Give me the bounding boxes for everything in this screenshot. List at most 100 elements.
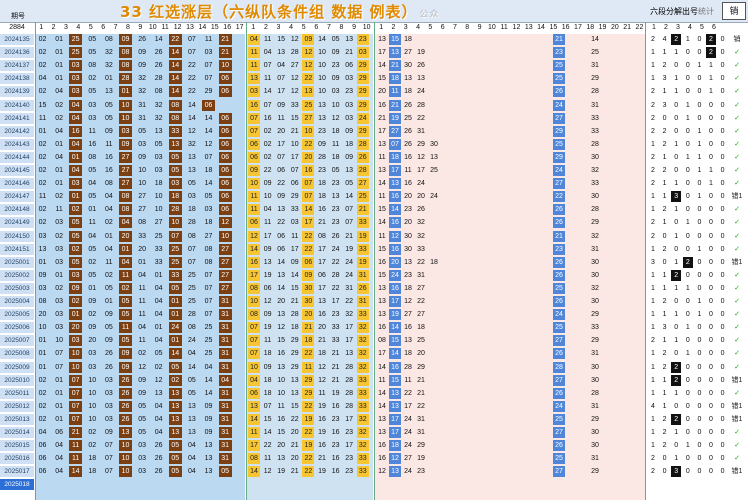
zone-c-number: 33 [417, 245, 425, 253]
zone-a-number: 02 [38, 402, 47, 410]
period-id[interactable]: 2025009 [0, 361, 34, 373]
zone-b-number: 11 [263, 455, 272, 463]
zone-a-number: 04 [38, 75, 47, 83]
zone-b-number: 06 [302, 256, 315, 268]
period-id[interactable]: 2024141 [0, 112, 34, 124]
period-id[interactable]: 2025005 [0, 309, 34, 321]
zone-a-number: 05 [119, 309, 132, 321]
zone-a-number: 14 [187, 101, 196, 109]
period-id[interactable]: 2024149 [0, 217, 34, 229]
zone-a-number: 05 [138, 429, 146, 436]
stat-value: 0 [720, 468, 725, 476]
period-id[interactable]: 2024136 [0, 47, 34, 59]
zone-a-number: 09 [138, 376, 146, 384]
period-id[interactable]: 2025012 [0, 400, 34, 412]
period-id[interactable]: 2024143 [0, 138, 34, 150]
zone-b-number: 22 [302, 427, 315, 438]
zone-a-number: 25 [187, 271, 196, 279]
zone-b-number: 07 [248, 335, 260, 347]
stat-value: 0 [697, 415, 702, 423]
zone-a-number: 21 [218, 47, 232, 59]
period-id[interactable]: 2025011 [0, 387, 34, 399]
period-id[interactable]: 2025004 [0, 296, 34, 307]
zone-a-number: 14 [204, 376, 213, 384]
zone-d-number: 30 [591, 442, 599, 450]
period-id[interactable]: 2025007 [0, 335, 34, 347]
column-number: 4 [416, 24, 420, 31]
result-mark: ✓ [734, 455, 740, 463]
zone-a-number: 10 [168, 217, 182, 229]
period-id[interactable]: 2024150 [0, 230, 34, 242]
zone-b-number: 21 [318, 455, 326, 463]
zone-a-number: 18 [154, 180, 163, 188]
period-id[interactable]: 2024139 [0, 86, 34, 98]
zone-c-number: 21 [389, 60, 401, 72]
period-id[interactable]: 2025016 [0, 453, 34, 465]
zone-a-number: 07 [69, 387, 83, 399]
period-id[interactable]: 2024142 [0, 125, 34, 137]
period-id[interactable]: 2025002 [0, 269, 34, 281]
zone-a-number: 04 [69, 138, 83, 150]
period-id[interactable]: 2024140 [0, 99, 34, 111]
zone-b-number: 04 [248, 374, 260, 386]
zone-a-number: 31 [218, 400, 232, 412]
zone-b-number: 17 [331, 298, 340, 305]
period-id[interactable]: 2025014 [0, 427, 34, 438]
stat-value: 1 [674, 180, 679, 188]
zone-a-number: 04 [55, 153, 63, 161]
period-id[interactable]: 2025013 [0, 413, 34, 425]
zone-a-number: 32 [154, 101, 163, 109]
period-id[interactable]: 2025008 [0, 348, 34, 360]
zone-a-number: 14 [204, 180, 213, 188]
zone-a-number: 05 [88, 49, 97, 57]
zone-c-number: 23 [404, 206, 412, 214]
zone-b-number: 19 [302, 413, 315, 425]
period-id[interactable]: 2025015 [0, 440, 34, 452]
period-id[interactable]: 2024138 [0, 73, 34, 85]
column-number: 11 [500, 24, 508, 31]
zone-a-number: 13 [187, 153, 196, 161]
zone-a-number: 13 [38, 245, 47, 253]
zone-a-number: 31 [218, 296, 232, 307]
period-id[interactable]: 2025003 [0, 282, 34, 294]
period-id[interactable]: 2024146 [0, 178, 34, 190]
period-id[interactable]: 2024144 [0, 151, 34, 163]
period-id[interactable]: 2025010 [0, 374, 34, 386]
zone-a-number: 07 [168, 230, 182, 242]
zone-c-number: 14 [378, 62, 386, 70]
stat-value: 1 [662, 402, 667, 410]
zone-b-number: 11 [318, 389, 326, 397]
period-id[interactable]: 2024147 [0, 191, 34, 203]
period-id[interactable]: 2024148 [0, 204, 34, 216]
stat-value: 1 [651, 298, 655, 305]
zone-b-number: 28 [318, 153, 326, 161]
stat-value: 1 [709, 75, 713, 83]
period-id[interactable]: 2024145 [0, 165, 34, 176]
zone-a-number: 16 [88, 140, 97, 148]
stat-value: 0 [697, 180, 702, 188]
zone-b-number: 29 [302, 387, 315, 399]
zone-a-number: 27 [218, 269, 232, 281]
zone-b-number: 16 [331, 402, 340, 410]
period-id[interactable]: 2025001 [0, 256, 34, 268]
period-id[interactable]: 2024137 [0, 60, 34, 72]
zone-b-number: 16 [318, 442, 326, 450]
stat-value: 0 [697, 284, 702, 292]
zone-b-number: 13 [277, 363, 286, 371]
zone-a-number: 31 [218, 322, 232, 334]
zone-b-number: 14 [263, 429, 272, 436]
zone-a-number: 02 [69, 243, 83, 255]
period-id[interactable]: 2025017 [0, 466, 34, 478]
period-id[interactable]: 2024151 [0, 243, 34, 255]
zone-b-number: 14 [248, 413, 260, 425]
zone-a-number: 25 [69, 34, 83, 45]
stat-value: 0 [720, 402, 725, 410]
zone-b-number: 13 [290, 389, 299, 397]
stat-value: 0 [697, 468, 702, 476]
period-id[interactable]: 2025018 [0, 479, 34, 491]
period-id[interactable]: 2024135 [0, 34, 34, 45]
stat-value: 1 [674, 429, 679, 436]
zone-b-number: 21 [290, 127, 299, 135]
top-action-button[interactable]: 销 [722, 2, 746, 20]
period-id[interactable]: 2025006 [0, 322, 34, 334]
